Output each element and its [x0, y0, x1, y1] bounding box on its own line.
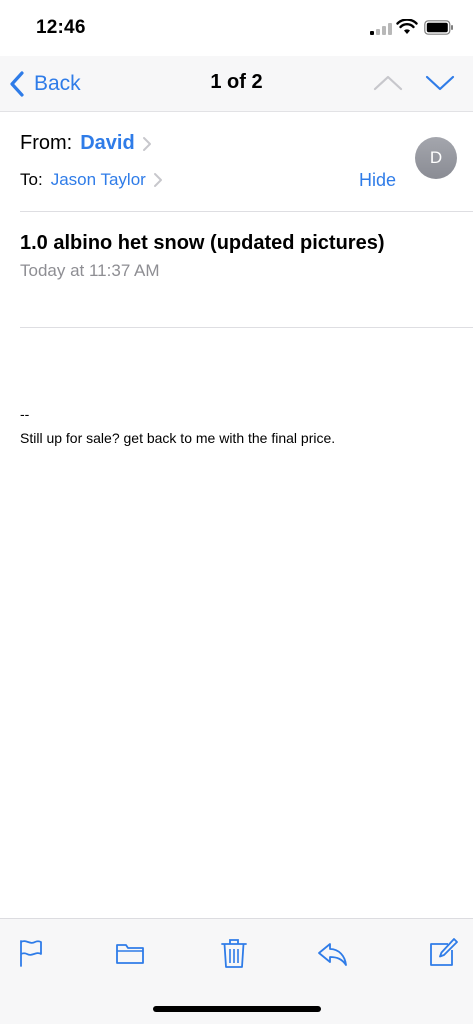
message-date: Today at 11:37 AM [20, 261, 160, 280]
hide-details-button[interactable]: Hide [359, 170, 396, 191]
flag-icon[interactable] [16, 937, 46, 969]
home-indicator[interactable] [153, 1006, 321, 1012]
chevron-right-icon [153, 173, 162, 187]
status-bar: 12:46 [0, 0, 473, 56]
message-body-text: Still up for sale? get back to me with t… [20, 430, 336, 446]
battery-icon [424, 20, 453, 35]
to-row: To: Jason Taylor [20, 170, 164, 190]
next-message-chevron-down-icon[interactable] [424, 72, 456, 94]
status-time: 12:46 [36, 17, 86, 38]
from-row: From: David [20, 132, 153, 155]
sender-name[interactable]: David [80, 132, 134, 155]
subject-divider [20, 327, 473, 328]
message-body: -- Still up for sale? get back to me wit… [20, 404, 460, 448]
recipient-name[interactable]: Jason Taylor [51, 170, 146, 190]
from-label: From: [20, 132, 73, 154]
to-label: To: [20, 170, 43, 189]
trash-icon[interactable] [219, 937, 249, 969]
signature-separator: -- [20, 406, 30, 422]
wifi-icon [396, 19, 418, 34]
folder-icon[interactable] [115, 937, 145, 969]
cellular-signal-icon [370, 23, 392, 35]
sender-avatar[interactable]: D [415, 137, 457, 179]
header-divider [20, 211, 473, 212]
chevron-right-icon [142, 136, 151, 151]
message-subject: 1.0 albino het snow (updated pictures) [20, 232, 385, 254]
compose-icon[interactable] [428, 937, 458, 969]
subject-block: 1.0 albino het snow (updated pictures) T… [20, 230, 460, 281]
mail-header: From: David To: Jason Taylor Hide D [0, 112, 473, 212]
previous-message-chevron-up-icon[interactable] [372, 72, 404, 94]
reply-icon[interactable] [317, 937, 347, 969]
navigation-bar: Back 1 of 2 [0, 56, 473, 112]
